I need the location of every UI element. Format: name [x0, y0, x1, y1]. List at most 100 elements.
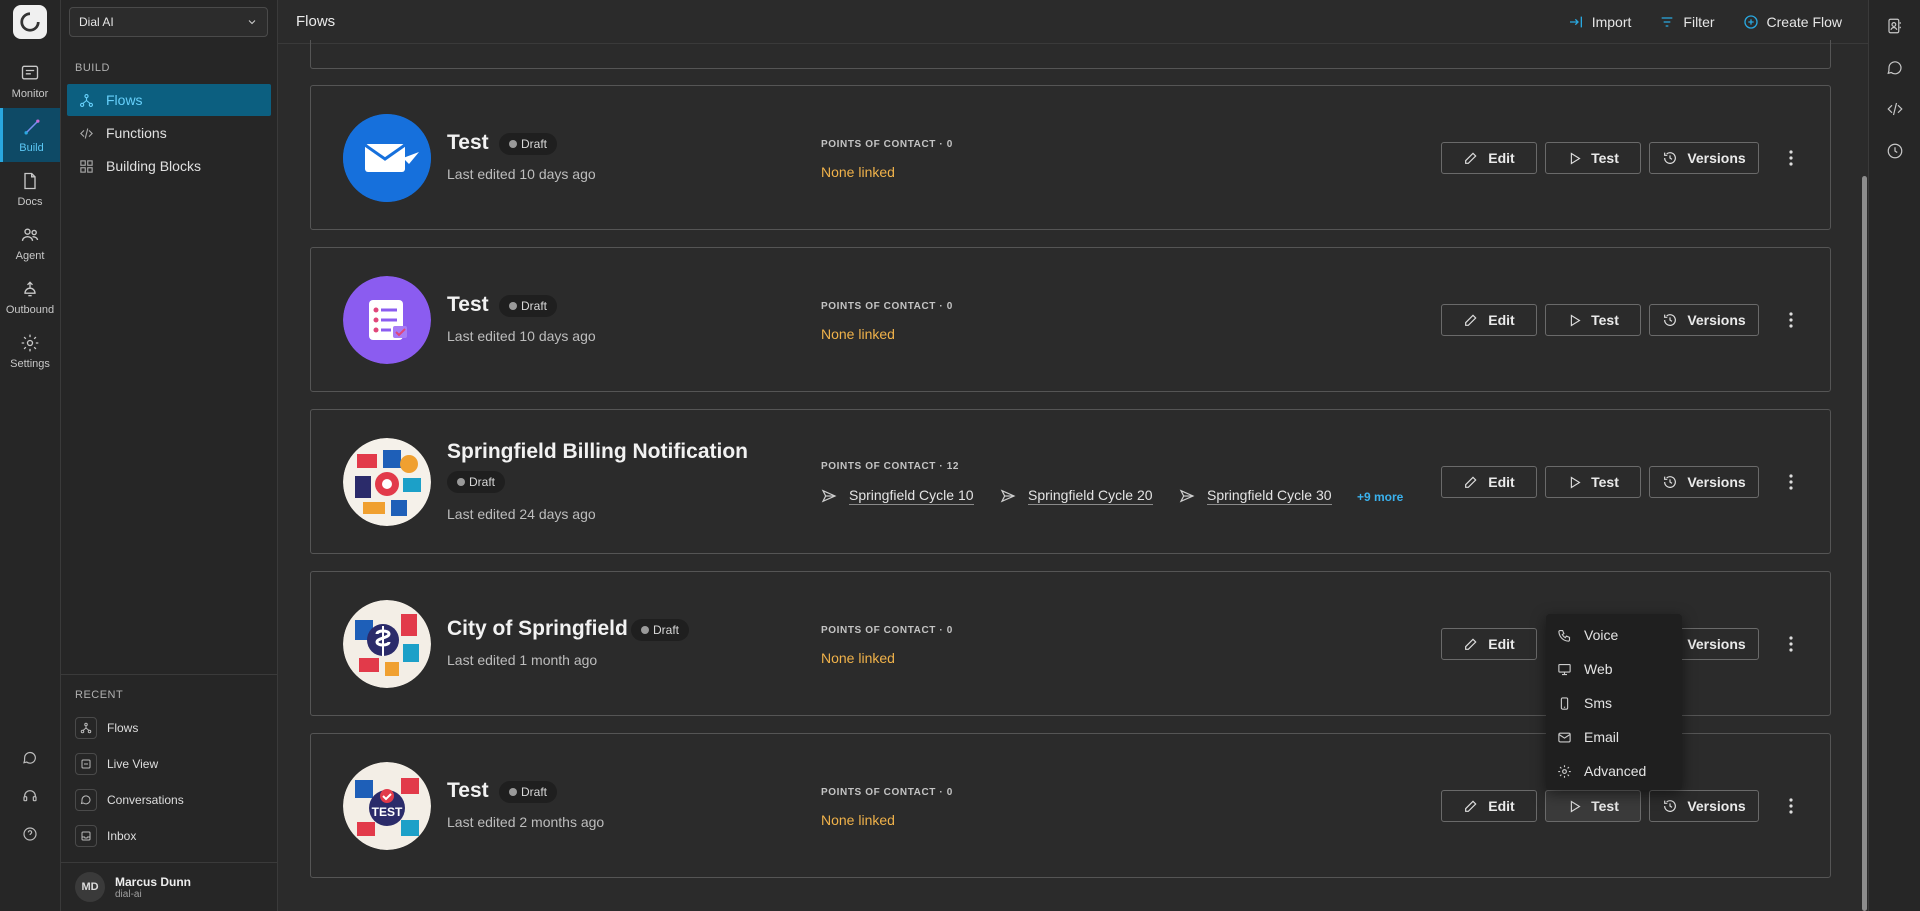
more-options-button[interactable] [1783, 470, 1799, 494]
edit-label: Edit [1488, 312, 1515, 328]
recent-item-live-view[interactable]: Live View [75, 751, 265, 777]
contacts-icon[interactable] [1886, 17, 1904, 35]
live-view-icon [81, 759, 91, 769]
more-options-button[interactable] [1783, 146, 1799, 170]
poc-item[interactable]: Springfield Cycle 20 [1000, 487, 1153, 505]
test-button[interactable]: Test [1545, 142, 1641, 174]
versions-button[interactable]: Versions [1649, 466, 1759, 498]
more-options-button[interactable] [1783, 794, 1799, 818]
rail-build[interactable]: Build [0, 108, 60, 162]
chevron-down-icon [248, 20, 256, 25]
history-icon[interactable] [1886, 142, 1904, 160]
support-button[interactable] [0, 781, 60, 811]
edit-button[interactable]: Edit [1441, 466, 1537, 498]
mobile-icon [1560, 696, 1569, 710]
test-button[interactable]: Test [1545, 466, 1641, 498]
test-label: Test [1591, 312, 1619, 328]
import-button[interactable]: Import [1568, 14, 1631, 30]
flow-name[interactable]: City of Springfield [447, 617, 628, 641]
flow-avatar [343, 114, 431, 202]
flows-icon [80, 722, 92, 734]
pencil-icon [1465, 800, 1477, 812]
flows-icon [80, 93, 93, 107]
build-icon [24, 119, 39, 134]
flow-name[interactable]: Test [447, 779, 489, 803]
rail-settings[interactable]: Settings [0, 324, 60, 378]
rail-label: Agent [15, 249, 45, 262]
poc-item[interactable]: Springfield Cycle 10 [821, 487, 974, 505]
rail-outbound[interactable]: Outbound [0, 270, 60, 324]
menu-item-email[interactable]: Email [1546, 720, 1682, 754]
scrollbar[interactable] [1860, 44, 1868, 911]
status-badge: Draft [499, 295, 558, 317]
edit-button[interactable]: Edit [1441, 304, 1537, 336]
headset-icon [23, 790, 37, 802]
versions-button[interactable]: Versions [1649, 142, 1759, 174]
help-button[interactable] [0, 819, 60, 849]
outbound-icon [24, 280, 36, 296]
play-icon [1570, 799, 1581, 813]
poc-item-label: Springfield Cycle 10 [849, 487, 974, 505]
test-illustration-icon: TEST [343, 762, 431, 850]
versions-button[interactable]: Versions [1649, 304, 1759, 336]
flow-card[interactable]: Springfield Billing Notification Draft L… [310, 409, 1831, 554]
workspace-select[interactable]: Dial AI [69, 7, 268, 37]
create-flow-label: Create Flow [1766, 13, 1842, 30]
flow-card[interactable]: Test Draft Last edited 10 days ago POINT… [310, 85, 1831, 230]
flow-name[interactable]: Test [447, 131, 489, 155]
none-linked: None linked [821, 326, 895, 342]
collage-illustration-icon [343, 438, 431, 526]
kebab-icon [1789, 636, 1793, 652]
recent-item-flows[interactable]: Flows [75, 715, 265, 741]
status-badge: Draft [631, 619, 690, 641]
menu-item-advanced[interactable]: Advanced [1546, 754, 1682, 788]
divider [61, 674, 277, 675]
more-options-button[interactable] [1783, 632, 1799, 656]
chat-icon[interactable] [1886, 59, 1904, 77]
more-contacts-link[interactable]: +9 more [1357, 490, 1403, 504]
recent-item-conversations[interactable]: Conversations [75, 787, 265, 813]
menu-item-web[interactable]: Web [1546, 652, 1682, 686]
flow-name[interactable]: Springfield Billing Notification [447, 440, 748, 464]
nav-item-building-blocks[interactable]: Building Blocks [67, 150, 271, 182]
last-edited: Last edited 24 days ago [447, 506, 596, 522]
status-badge: Draft [447, 471, 506, 493]
menu-item-label: Web [1584, 660, 1613, 677]
menu-item-sms[interactable]: Sms [1546, 686, 1682, 720]
nav-item-functions[interactable]: Functions [67, 117, 271, 149]
edit-label: Edit [1488, 636, 1515, 652]
phone-icon [1558, 629, 1571, 642]
recent-item-inbox[interactable]: Inbox [75, 823, 265, 849]
rail-label: Settings [10, 357, 50, 370]
test-channel-menu: Voice Web Sms Email Advanced [1546, 614, 1682, 790]
import-icon [1569, 16, 1582, 27]
recent-label: Inbox [107, 829, 137, 843]
user-profile[interactable]: MD Marcus Dunn dial-ai [61, 862, 277, 911]
flow-name[interactable]: Test [447, 293, 489, 317]
edit-button[interactable]: Edit [1441, 142, 1537, 174]
app-logo[interactable] [13, 5, 47, 39]
rail-docs[interactable]: Docs [0, 162, 60, 216]
flow-card[interactable]: Test Draft Last edited 10 days ago POINT… [310, 247, 1831, 392]
edit-label: Edit [1488, 798, 1515, 814]
rail-label: Build [19, 141, 44, 154]
filter-button[interactable]: Filter [1659, 14, 1715, 30]
edit-button[interactable]: Edit [1441, 628, 1537, 660]
edit-button[interactable]: Edit [1441, 790, 1537, 822]
code-icon[interactable] [1886, 100, 1904, 118]
versions-button[interactable]: Versions [1649, 790, 1759, 822]
poc-item[interactable]: Springfield Cycle 30 [1179, 487, 1332, 505]
more-options-button[interactable] [1783, 308, 1799, 332]
menu-item-voice[interactable]: Voice [1546, 618, 1682, 652]
nav-item-flows[interactable]: Flows [67, 84, 271, 116]
create-flow-button[interactable]: Create Flow [1743, 14, 1842, 30]
scrollbar-thumb[interactable] [1862, 176, 1867, 911]
nav-label: Functions [106, 125, 167, 141]
chat-button[interactable] [0, 743, 60, 773]
edit-label: Edit [1488, 474, 1515, 490]
rail-agent[interactable]: Agent [0, 216, 60, 270]
rail-monitor[interactable]: Monitor [0, 54, 60, 108]
test-button[interactable]: Test [1545, 304, 1641, 336]
mail-icon [1558, 732, 1571, 742]
test-button[interactable]: Test [1545, 790, 1641, 822]
